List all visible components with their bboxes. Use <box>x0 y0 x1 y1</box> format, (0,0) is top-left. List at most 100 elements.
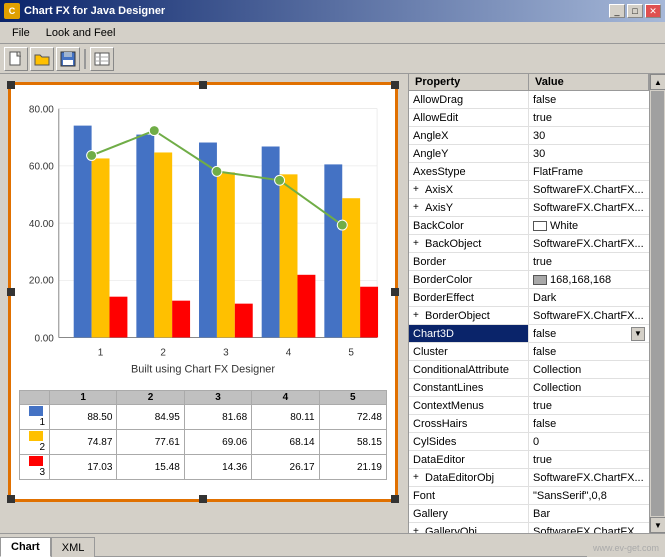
resize-handle-tl[interactable] <box>7 81 15 89</box>
prop-expand-icon[interactable]: + <box>413 310 425 321</box>
table-cell: 81.68 <box>184 405 251 430</box>
svg-text:60.00: 60.00 <box>29 161 54 172</box>
scroll-up-arrow[interactable]: ▲ <box>650 74 665 90</box>
resize-handle-tm[interactable] <box>199 81 207 89</box>
scroll-thumb[interactable] <box>651 91 664 516</box>
prop-row[interactable]: CylSides0 <box>409 433 649 451</box>
prop-value: FlatFrame <box>529 163 649 180</box>
dropdown-arrow-icon[interactable]: ▼ <box>631 327 645 341</box>
legend-color <box>29 431 43 441</box>
close-button[interactable]: ✕ <box>645 4 661 18</box>
prop-row[interactable]: DataEditortrue <box>409 451 649 469</box>
prop-expand-icon[interactable]: + <box>413 202 425 213</box>
properties-button[interactable] <box>90 47 114 71</box>
prop-value: SoftwareFX.ChartFX... <box>529 469 649 486</box>
resize-handle-ml[interactable] <box>7 288 15 296</box>
tab-xml[interactable]: XML <box>51 537 96 557</box>
table-legend-cell: 3 <box>20 455 50 480</box>
prop-row[interactable]: Clusterfalse <box>409 343 649 361</box>
prop-name: BorderColor <box>409 271 529 288</box>
menu-look-and-feel[interactable]: Look and Feel <box>38 25 124 41</box>
svg-text:40.00: 40.00 <box>29 219 54 230</box>
prop-row[interactable]: +BackObjectSoftwareFX.ChartFX... <box>409 235 649 253</box>
table-header-5: 5 <box>319 391 386 405</box>
prop-row[interactable]: +DataEditorObjSoftwareFX.ChartFX... <box>409 469 649 487</box>
prop-expand-icon[interactable]: + <box>413 238 425 249</box>
tab-bar: Chart XML www.ev-get.com <box>0 533 665 557</box>
prop-expand-icon[interactable]: + <box>413 472 425 483</box>
prop-expand-icon[interactable]: + <box>413 526 425 533</box>
legend-color <box>29 456 43 466</box>
resize-handle-bm[interactable] <box>199 495 207 503</box>
new-button[interactable] <box>4 47 28 71</box>
prop-name: Border <box>409 253 529 270</box>
prop-name: ConditionalAttribute <box>409 361 529 378</box>
save-button[interactable] <box>56 47 80 71</box>
prop-row[interactable]: BorderEffectDark <box>409 289 649 307</box>
open-button[interactable] <box>30 47 54 71</box>
properties-panel: Property Value AllowDragfalseAllowEdittr… <box>408 74 665 533</box>
prop-value: true <box>529 451 649 468</box>
table-row: 274.8777.6169.0668.1458.15 <box>20 430 387 455</box>
prop-row[interactable]: BorderColor168,168,168 <box>409 271 649 289</box>
prop-value[interactable]: false▼ <box>529 325 649 342</box>
watermark: www.ev-get.com <box>587 539 665 557</box>
minimize-button[interactable]: _ <box>609 4 625 18</box>
prop-row[interactable]: +AxisYSoftwareFX.ChartFX... <box>409 199 649 217</box>
table-cell: 14.36 <box>184 455 251 480</box>
prop-row[interactable]: CrossHairsfalse <box>409 415 649 433</box>
prop-row[interactable]: Chart3D false▼ <box>409 325 649 343</box>
maximize-button[interactable]: □ <box>627 4 643 18</box>
prop-row[interactable]: +BorderObjectSoftwareFX.ChartFX... <box>409 307 649 325</box>
prop-row[interactable]: BackColorWhite <box>409 217 649 235</box>
prop-row[interactable]: +AxisXSoftwareFX.ChartFX... <box>409 181 649 199</box>
prop-row[interactable]: AngleX30 <box>409 127 649 145</box>
svg-text:0.00: 0.00 <box>34 333 54 344</box>
prop-value: false <box>529 415 649 432</box>
prop-name: +BorderObject <box>409 307 529 324</box>
resize-handle-bl[interactable] <box>7 495 15 503</box>
tab-chart[interactable]: Chart <box>0 537 51 557</box>
prop-name: AllowDrag <box>409 91 529 108</box>
svg-text:Built using Chart FX Designer: Built using Chart FX Designer <box>131 363 275 375</box>
prop-dropdown[interactable]: false▼ <box>533 327 645 341</box>
prop-value: SoftwareFX.ChartFX... <box>529 235 649 252</box>
props-header: Property Value <box>409 74 649 91</box>
prop-name: +DataEditorObj <box>409 469 529 486</box>
prop-row[interactable]: AllowEdittrue <box>409 109 649 127</box>
scroll-down-arrow[interactable]: ▼ <box>650 517 665 533</box>
prop-row[interactable]: Font"SansSerif",0,8 <box>409 487 649 505</box>
window-title: Chart FX for Java Designer <box>24 5 165 17</box>
prop-value: "SansSerif",0,8 <box>529 487 649 504</box>
table-cell: 21.19 <box>319 455 386 480</box>
resize-handle-tr[interactable] <box>391 81 399 89</box>
prop-row[interactable]: ConstantLinesCollection <box>409 379 649 397</box>
prop-row[interactable]: AllowDragfalse <box>409 91 649 109</box>
menu-file[interactable]: File <box>4 25 38 41</box>
resize-handle-br[interactable] <box>391 495 399 503</box>
resize-handle-mr[interactable] <box>391 288 399 296</box>
prop-row[interactable]: +GalleryObjSoftwareFX.ChartFX... <box>409 523 649 533</box>
prop-name: BackColor <box>409 217 529 234</box>
prop-name: Chart3D <box>409 325 529 342</box>
prop-value: 0 <box>529 433 649 450</box>
prop-row[interactable]: AxesStypeFlatFrame <box>409 163 649 181</box>
prop-expand-icon[interactable]: + <box>413 184 425 195</box>
table-cell: 80.11 <box>252 405 319 430</box>
prop-row[interactable]: GalleryBar <box>409 505 649 523</box>
scrollbar[interactable]: ▲ ▼ <box>649 74 665 533</box>
prop-value: SoftwareFX.ChartFX... <box>529 307 649 324</box>
props-scroll[interactable]: AllowDragfalseAllowEdittrueAngleX30Angle… <box>409 91 649 533</box>
prop-row[interactable]: AngleY30 <box>409 145 649 163</box>
prop-value: Collection <box>529 379 649 396</box>
prop-value: 168,168,168 <box>529 271 649 288</box>
prop-row[interactable]: ConditionalAttributeCollection <box>409 361 649 379</box>
prop-row[interactable]: ContextMenustrue <box>409 397 649 415</box>
prop-col-property: Property <box>409 74 529 90</box>
prop-value: false <box>529 343 649 360</box>
prop-name: ConstantLines <box>409 379 529 396</box>
table-cell: 88.50 <box>50 405 117 430</box>
toolbar <box>0 44 665 74</box>
svg-text:4: 4 <box>286 347 292 358</box>
prop-row[interactable]: Bordertrue <box>409 253 649 271</box>
